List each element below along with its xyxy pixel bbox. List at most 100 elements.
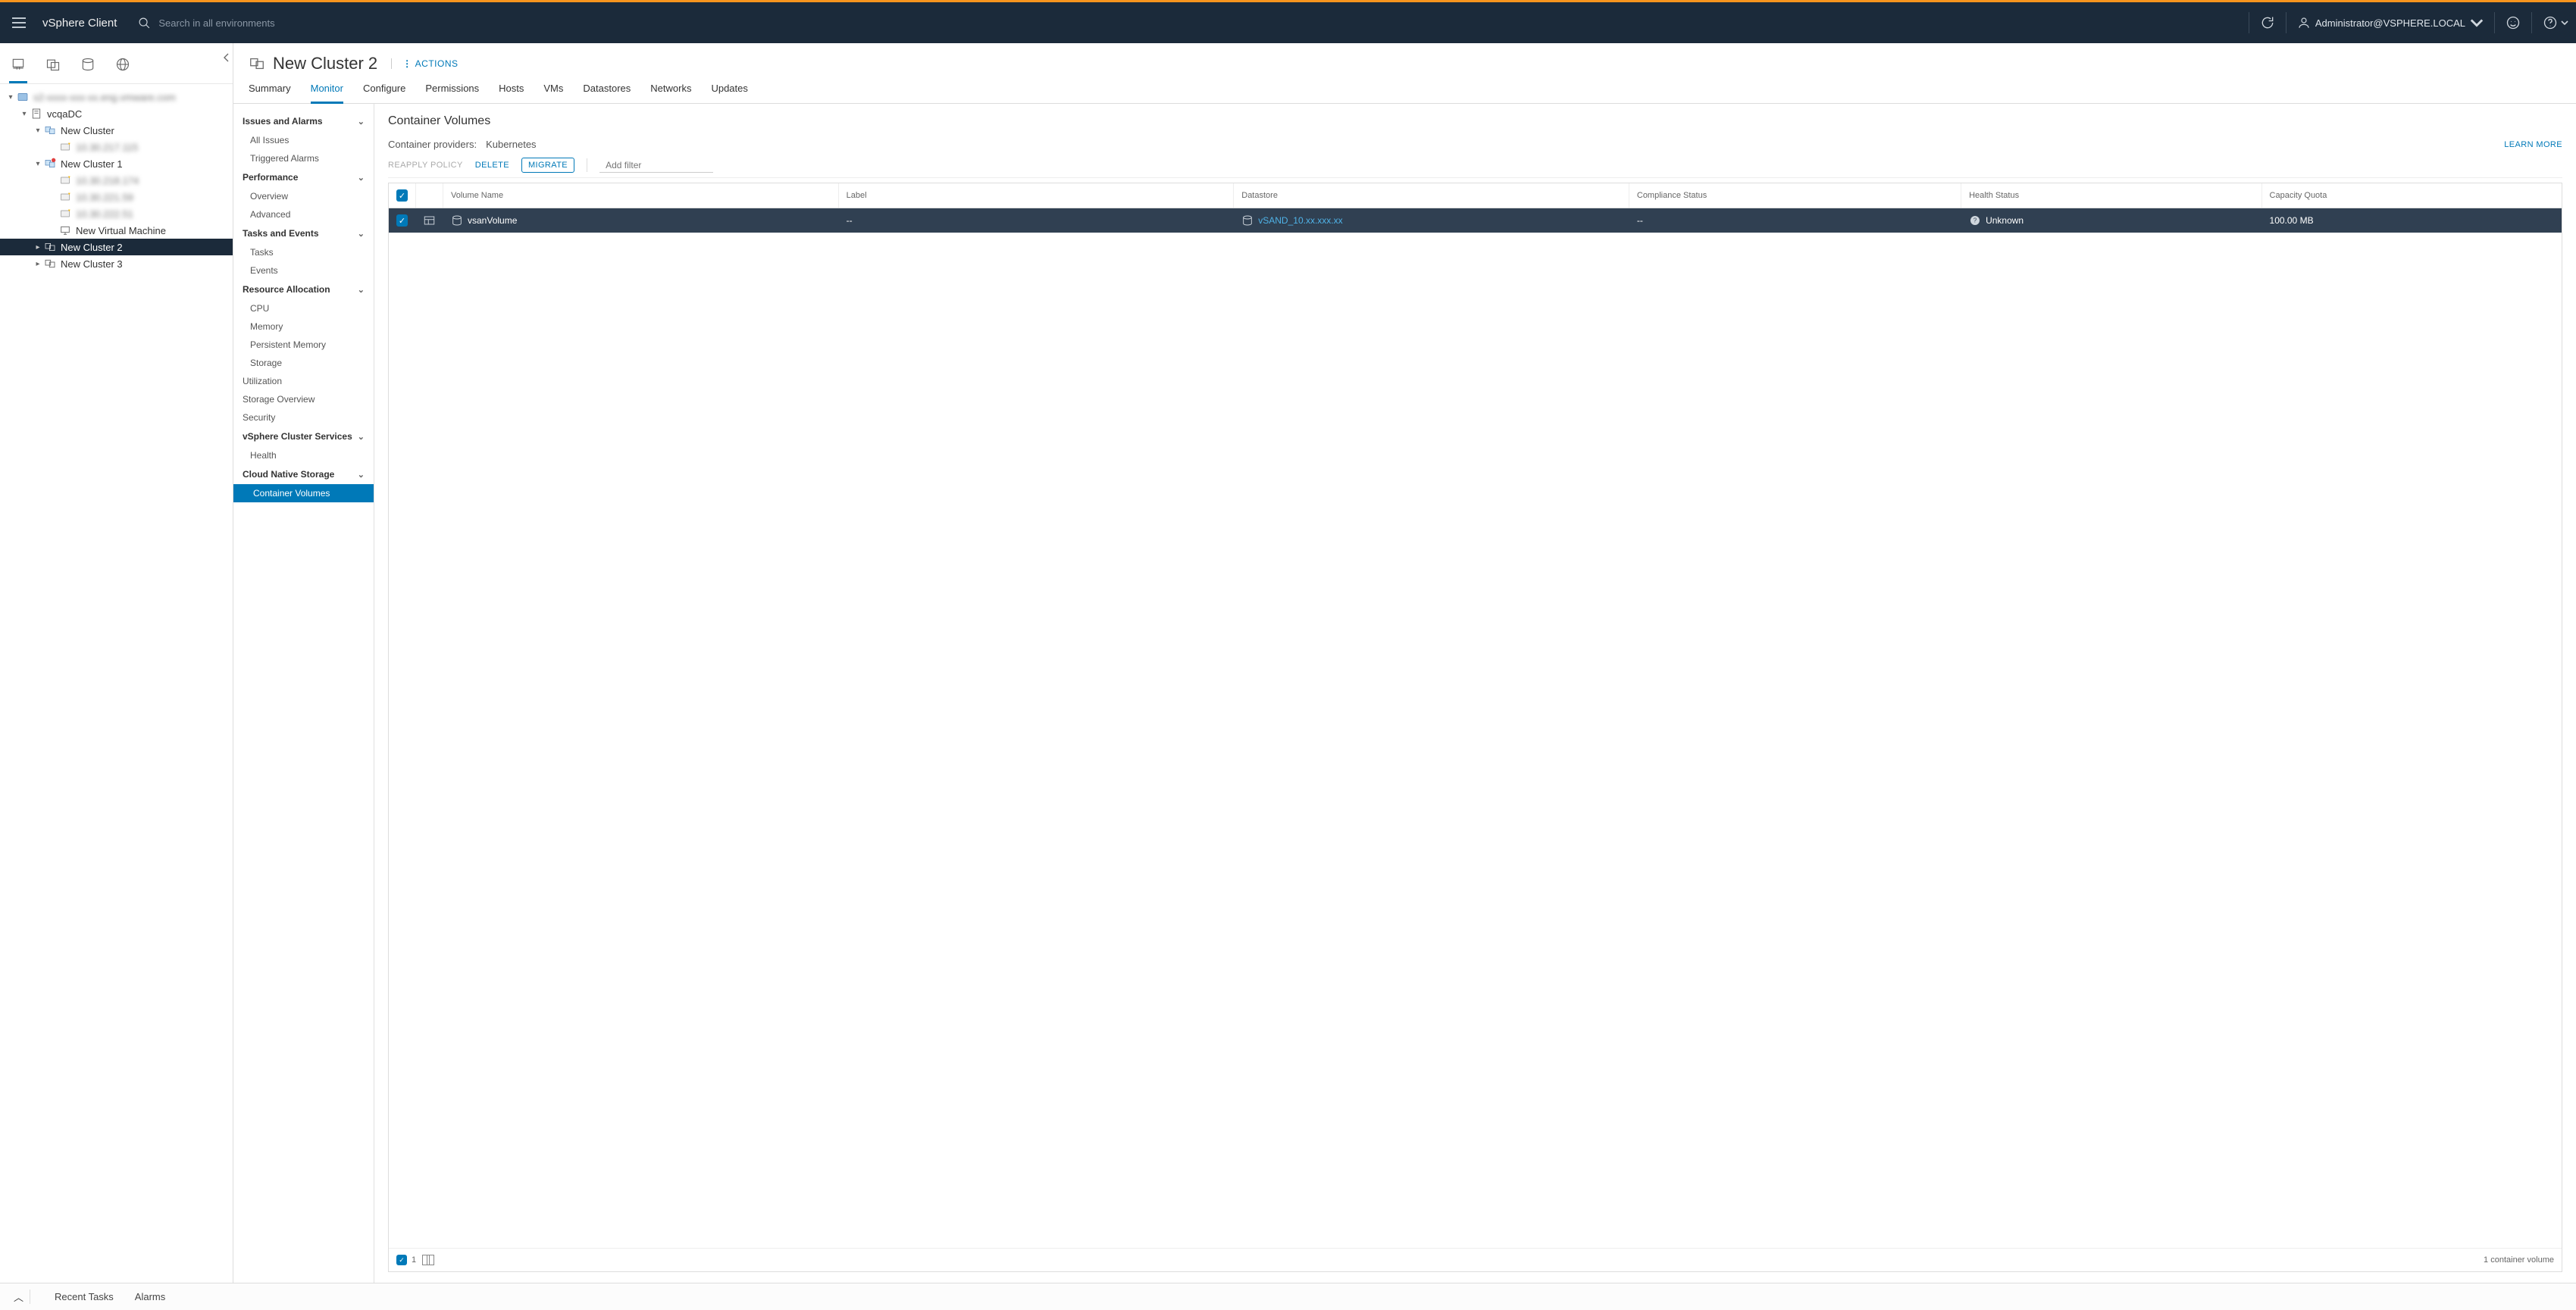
host-icon bbox=[59, 208, 71, 220]
tab-summary[interactable]: Summary bbox=[249, 83, 291, 103]
side-group-tasks-events[interactable]: Tasks and Events⌄ bbox=[233, 224, 374, 243]
side-group-issues[interactable]: Issues and Alarms⌄ bbox=[233, 111, 374, 131]
delete-button[interactable]: DELETE bbox=[475, 161, 509, 170]
monitor-sidebar: Issues and Alarms⌄ All Issues Triggered … bbox=[233, 104, 374, 1283]
tab-networks[interactable]: Networks bbox=[650, 83, 691, 103]
side-group-resource-allocation[interactable]: Resource Allocation⌄ bbox=[233, 280, 374, 299]
host-icon bbox=[59, 141, 71, 153]
tree-cluster[interactable]: ▾ New Cluster bbox=[0, 122, 233, 139]
networking-tab[interactable] bbox=[115, 57, 130, 74]
bottom-bar: ︿ Recent Tasks Alarms bbox=[0, 1283, 2576, 1310]
col-label[interactable]: Label bbox=[839, 183, 1235, 208]
side-item-all-issues[interactable]: All Issues bbox=[233, 131, 374, 149]
tree-host[interactable]: 10.30.218.174 bbox=[0, 172, 233, 189]
col-capacity[interactable]: Capacity Quota bbox=[2262, 183, 2562, 208]
cell-volume-name: vsanVolume bbox=[468, 215, 517, 226]
side-item-overview[interactable]: Overview bbox=[233, 187, 374, 205]
side-item-pmem[interactable]: Persistent Memory bbox=[233, 336, 374, 354]
tree-host[interactable]: 10.30.217.115 bbox=[0, 139, 233, 155]
vms-templates-tab[interactable] bbox=[45, 57, 61, 74]
app-header: vSphere Client Administrator@VSPHERE.LOC… bbox=[0, 2, 2576, 43]
tree-cluster[interactable]: ▸ New Cluster 3 bbox=[0, 255, 233, 272]
volume-row[interactable]: ✓ vsanVolume -- vSAND_10.xx. bbox=[389, 208, 2562, 233]
tab-datastores[interactable]: Datastores bbox=[583, 83, 631, 103]
volumes-grid: ✓ Volume Name Label Datastore Compliance… bbox=[388, 183, 2562, 1272]
col-compliance[interactable]: Compliance Status bbox=[1629, 183, 1961, 208]
datastore-icon bbox=[1241, 214, 1254, 227]
side-item-health[interactable]: Health bbox=[233, 446, 374, 464]
expand-bottom-icon[interactable]: ︿ bbox=[14, 1290, 30, 1304]
side-item-container-volumes[interactable]: Container Volumes bbox=[233, 484, 374, 502]
menu-icon[interactable] bbox=[12, 11, 35, 34]
side-item-cpu[interactable]: CPU bbox=[233, 299, 374, 317]
side-item-utilization[interactable]: Utilization bbox=[233, 372, 374, 390]
cell-capacity: 100.00 MB bbox=[2270, 215, 2314, 226]
cluster-icon bbox=[249, 55, 265, 72]
grid-header-row: ✓ Volume Name Label Datastore Compliance… bbox=[389, 183, 2562, 208]
tree-vm[interactable]: New Virtual Machine bbox=[0, 222, 233, 239]
column-picker-icon[interactable] bbox=[422, 1255, 434, 1265]
side-item-events[interactable]: Events bbox=[233, 261, 374, 280]
user-menu[interactable]: Administrator@VSPHERE.LOCAL bbox=[2297, 16, 2484, 30]
cell-datastore[interactable]: vSAND_10.xx.xxx.xx bbox=[1258, 215, 1342, 226]
select-all-checkbox[interactable]: ✓ bbox=[396, 189, 408, 202]
providers-label: Container providers: bbox=[388, 139, 477, 150]
inventory-tree: ▾ s2-xxxx-xxx-xx.eng.vmware.com ▾ vcqaDC… bbox=[0, 84, 233, 1283]
recent-tasks-tab[interactable]: Recent Tasks bbox=[55, 1291, 114, 1302]
tab-permissions[interactable]: Permissions bbox=[425, 83, 479, 103]
actions-menu[interactable]: ⋮ ACTIONS bbox=[391, 58, 458, 69]
smiley-icon[interactable] bbox=[2506, 15, 2521, 30]
tree-host[interactable]: 10.30.221.59 bbox=[0, 189, 233, 205]
storage-tab[interactable] bbox=[80, 57, 95, 74]
vm-icon bbox=[59, 224, 71, 236]
alarms-tab[interactable]: Alarms bbox=[135, 1291, 165, 1302]
side-item-advanced[interactable]: Advanced bbox=[233, 205, 374, 224]
tree-datacenter[interactable]: ▾ vcqaDC bbox=[0, 105, 233, 122]
collapse-panel-icon[interactable] bbox=[220, 51, 233, 64]
side-group-vcs[interactable]: vSphere Cluster Services⌄ bbox=[233, 427, 374, 446]
learn-more-link[interactable]: LEARN MORE bbox=[2504, 140, 2562, 149]
col-health[interactable]: Health Status bbox=[1961, 183, 2261, 208]
search-input[interactable] bbox=[158, 17, 386, 29]
tree-vcenter[interactable]: ▾ s2-xxxx-xxx-xx.eng.vmware.com bbox=[0, 89, 233, 105]
footer-check-icon: ✓ bbox=[396, 1255, 407, 1265]
refresh-icon[interactable] bbox=[2260, 15, 2275, 30]
filter-input[interactable] bbox=[606, 160, 723, 170]
row-checkbox[interactable]: ✓ bbox=[396, 214, 408, 227]
detail-pane: Container Volumes Container providers: K… bbox=[374, 104, 2576, 1283]
side-item-storage-overview[interactable]: Storage Overview bbox=[233, 390, 374, 408]
side-item-triggered-alarms[interactable]: Triggered Alarms bbox=[233, 149, 374, 167]
col-volume-name[interactable]: Volume Name bbox=[443, 183, 839, 208]
tab-vms[interactable]: VMs bbox=[543, 83, 563, 103]
tab-configure[interactable]: Configure bbox=[363, 83, 405, 103]
vcenter-icon bbox=[17, 91, 29, 103]
tree-cluster-selected[interactable]: ▸ New Cluster 2 bbox=[0, 239, 233, 255]
hosts-clusters-tab[interactable] bbox=[11, 57, 26, 74]
reapply-policy-button: REAPPLY POLICY bbox=[388, 161, 463, 170]
side-group-performance[interactable]: Performance⌄ bbox=[233, 167, 374, 187]
page-title: New Cluster 2 bbox=[249, 54, 377, 73]
cluster-icon bbox=[44, 258, 56, 270]
side-item-memory[interactable]: Memory bbox=[233, 317, 374, 336]
migrate-button[interactable]: MIGRATE bbox=[521, 158, 574, 173]
chevron-down-icon bbox=[2470, 16, 2484, 30]
global-search[interactable] bbox=[138, 17, 386, 30]
side-group-cns[interactable]: Cloud Native Storage⌄ bbox=[233, 464, 374, 484]
tab-updates[interactable]: Updates bbox=[711, 83, 747, 103]
cluster-icon bbox=[44, 124, 56, 136]
grid-toolbar: REAPPLY POLICY DELETE MIGRATE bbox=[388, 158, 2562, 178]
filter-input-wrap[interactable] bbox=[599, 158, 713, 173]
col-datastore[interactable]: Datastore bbox=[1234, 183, 1629, 208]
tab-monitor[interactable]: Monitor bbox=[311, 83, 343, 104]
side-item-security[interactable]: Security bbox=[233, 408, 374, 427]
details-icon[interactable] bbox=[424, 215, 435, 226]
tree-cluster[interactable]: ▾ New Cluster 1 bbox=[0, 155, 233, 172]
side-item-storage[interactable]: Storage bbox=[233, 354, 374, 372]
tree-host[interactable]: 10.30.222.51 bbox=[0, 205, 233, 222]
help-icon[interactable] bbox=[2543, 15, 2558, 30]
tab-hosts[interactable]: Hosts bbox=[499, 83, 524, 103]
side-item-tasks[interactable]: Tasks bbox=[233, 243, 374, 261]
search-icon bbox=[138, 17, 151, 30]
chevron-down-icon[interactable] bbox=[2561, 19, 2568, 27]
user-label: Administrator@VSPHERE.LOCAL bbox=[2315, 17, 2465, 29]
